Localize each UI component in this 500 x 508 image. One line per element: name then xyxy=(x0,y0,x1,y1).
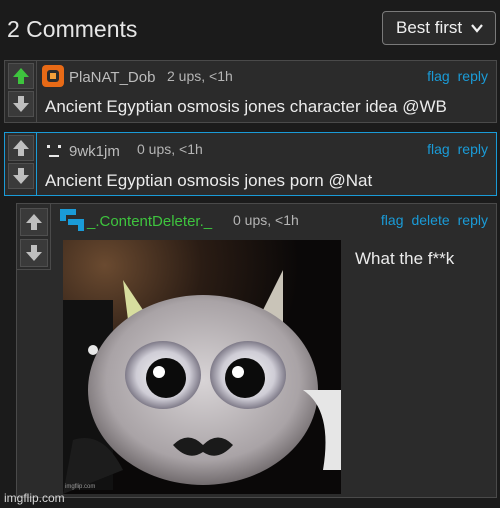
reply-link[interactable]: reply xyxy=(458,141,488,157)
comment-meta: 0 ups, <1h xyxy=(137,141,203,157)
comment-text: Ancient Egyptian osmosis jones character… xyxy=(45,97,447,116)
comment-text: Ancient Egyptian osmosis jones porn @Nat xyxy=(45,171,373,190)
arrow-down-icon xyxy=(13,96,29,112)
downvote-button[interactable] xyxy=(8,91,34,117)
vote-column xyxy=(5,61,37,122)
user-avatar[interactable] xyxy=(59,207,85,233)
flag-link[interactable]: flag xyxy=(381,212,404,228)
chevron-down-icon xyxy=(471,24,483,33)
arrow-down-icon xyxy=(26,245,42,261)
comment-username[interactable]: _.ContentDeleter._ xyxy=(87,213,212,230)
site-watermark: imgflip.com xyxy=(4,491,65,505)
vote-column xyxy=(5,133,37,195)
upvote-button[interactable] xyxy=(20,208,48,236)
arrow-up-icon xyxy=(13,68,29,84)
comment-meta: 0 ups, <1h xyxy=(233,212,299,228)
comment-image[interactable]: imgflip.com xyxy=(63,240,341,494)
image-watermark: imgflip.com xyxy=(65,484,96,490)
flag-link[interactable]: flag xyxy=(427,141,450,157)
sort-dropdown[interactable]: Best first xyxy=(382,11,496,45)
downvote-button[interactable] xyxy=(8,163,34,189)
comment-actions: flag reply xyxy=(427,68,488,84)
upvote-button[interactable] xyxy=(8,135,34,161)
delete-link[interactable]: delete xyxy=(411,212,449,228)
sort-selected-label: Best first xyxy=(396,18,463,37)
arrow-up-icon xyxy=(26,214,42,230)
comment-username[interactable]: 9wk1jm xyxy=(69,143,120,160)
reply-link[interactable]: reply xyxy=(458,68,488,84)
comment-username[interactable]: PlaNAT_Dob xyxy=(69,69,155,86)
comment-text: What the f**k xyxy=(355,249,455,268)
comment-actions: flag delete reply xyxy=(381,212,488,228)
reply-link[interactable]: reply xyxy=(458,212,488,228)
comment-actions: flag reply xyxy=(427,141,488,157)
comment-1: PlaNAT_Dob 2 ups, <1h flag reply Ancient… xyxy=(4,60,497,123)
comment-count-title: 2 Comments xyxy=(7,16,138,42)
arrow-down-icon xyxy=(13,168,29,184)
comment-2: 9wk1jm 0 ups, <1h flag reply Ancient Egy… xyxy=(4,132,497,196)
arrow-up-icon xyxy=(13,140,29,156)
flag-link[interactable]: flag xyxy=(427,68,450,84)
user-avatar[interactable] xyxy=(40,63,66,89)
creature-picture xyxy=(63,240,341,494)
downvote-button[interactable] xyxy=(20,239,48,267)
vote-column xyxy=(17,204,51,270)
user-avatar[interactable] xyxy=(41,139,67,165)
comments-header: 2 Comments Best first xyxy=(0,0,500,56)
comment-meta: 2 ups, <1h xyxy=(167,68,233,84)
upvote-button[interactable] xyxy=(8,63,34,89)
